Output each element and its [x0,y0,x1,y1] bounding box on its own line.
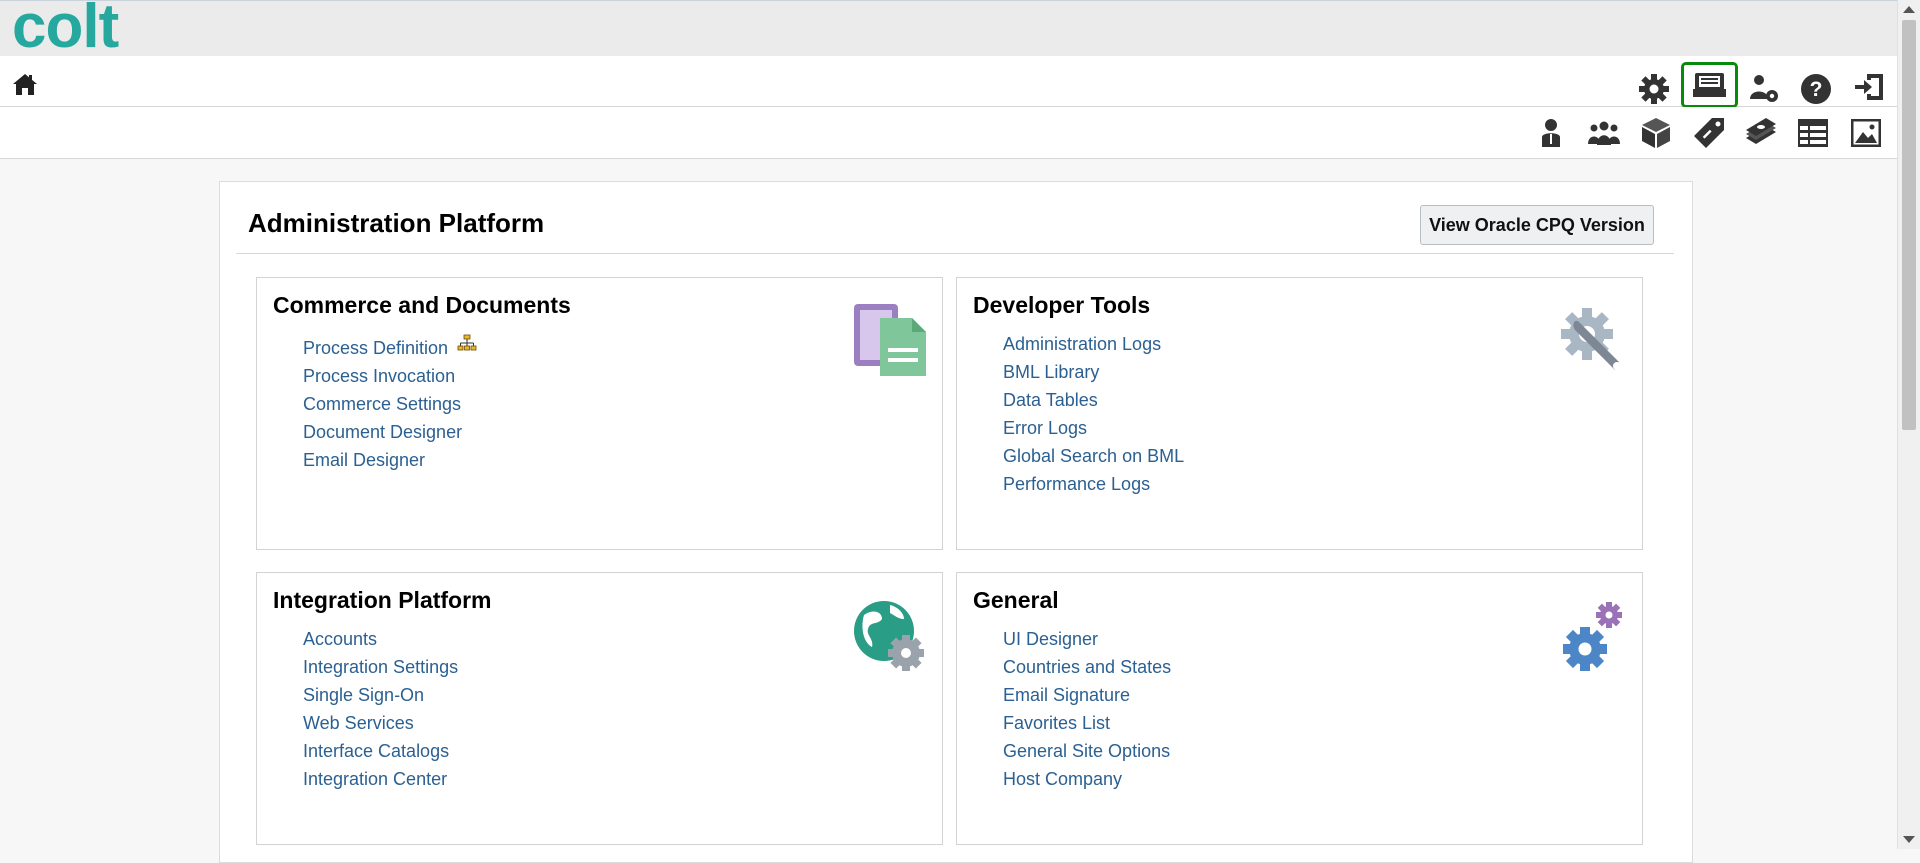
page-title: Administration Platform [248,208,545,238]
list-item: UI Designer [1003,625,1171,653]
card-integration-platform: Integration Platform Accounts Integratio… [256,572,943,845]
link-data-tables[interactable]: Data Tables [1003,390,1098,410]
list-item: Document Designer [303,418,473,446]
link-host-company[interactable]: Host Company [1003,769,1122,789]
wrench-gear-icon [1557,304,1629,376]
link-process-invocation[interactable]: Process Invocation [303,366,455,386]
link-list: Accounts Integration Settings Single Sig… [303,625,458,793]
link-list: UI Designer Countries and States Email S… [1003,625,1171,793]
secondary-toolbar [0,107,1898,159]
list-item: Administration Logs [1003,330,1184,358]
list-item: Email Designer [303,446,473,474]
product-box-icon[interactable] [1639,116,1673,150]
link-performance-logs[interactable]: Performance Logs [1003,474,1150,494]
link-email-designer[interactable]: Email Designer [303,450,425,470]
documents-icon [852,302,928,378]
list-item: Web Services [303,709,458,737]
globe-gear-icon [852,599,928,675]
link-commerce-settings[interactable]: Commerce Settings [303,394,461,414]
list-item: Countries and States [1003,653,1171,681]
svg-text:?: ? [1810,78,1823,101]
list-item: Performance Logs [1003,470,1184,498]
link-list: Administration Logs BML Library Data Tab… [1003,330,1184,498]
link-integration-center[interactable]: Integration Center [303,769,447,789]
view-version-button[interactable]: View Oracle CPQ Version [1420,205,1654,245]
brand-bar: colt [0,0,1898,59]
link-countries-states[interactable]: Countries and States [1003,657,1171,677]
list-item: Process Invocation [303,362,473,390]
user-icon[interactable] [1538,118,1564,148]
title-divider [236,253,1674,254]
link-global-search-bml[interactable]: Global Search on BML [1003,446,1184,466]
link-favorites-list[interactable]: Favorites List [1003,713,1110,733]
link-accounts[interactable]: Accounts [303,629,377,649]
group-icon[interactable] [1588,120,1620,146]
user-settings-icon[interactable] [1748,73,1780,105]
link-interface-catalogs[interactable]: Interface Catalogs [303,741,449,761]
list-item: Process Definition [303,334,477,362]
link-error-logs[interactable]: Error Logs [1003,418,1087,438]
card-title: Commerce and Documents [273,292,571,318]
link-integration-settings[interactable]: Integration Settings [303,657,458,677]
card-title: General [973,587,1059,613]
scroll-up-arrow[interactable] [1903,6,1915,13]
list-item: Host Company [1003,765,1171,793]
list-item: Commerce Settings [303,390,473,418]
help-icon[interactable]: ? [1800,73,1832,105]
admin-panel: Administration Platform View Oracle CPQ … [219,181,1693,863]
link-bml-library[interactable]: BML Library [1003,362,1099,382]
list-item: General Site Options [1003,737,1171,765]
colt-logo[interactable]: colt [12,0,119,59]
list-item: Email Signature [1003,681,1171,709]
nav-bar: ? [0,56,1898,108]
list-item: Accounts [303,625,458,653]
list-item: Global Search on BML [1003,442,1184,470]
list-item: Error Logs [1003,414,1184,442]
vertical-scrollbar[interactable] [1897,0,1920,849]
list-item: BML Library [1003,358,1184,386]
list-item: Single Sign-On [303,681,458,709]
image-icon[interactable] [1850,118,1882,148]
link-email-signature[interactable]: Email Signature [1003,685,1130,705]
list-item: Integration Settings [303,653,458,681]
list-item: Favorites List [1003,709,1171,737]
link-single-sign-on[interactable]: Single Sign-On [303,685,424,705]
link-web-services[interactable]: Web Services [303,713,414,733]
card-commerce-documents: Commerce and Documents Process Definitio… [256,277,943,550]
scroll-down-arrow[interactable] [1903,836,1915,843]
card-general: General UI Designer Countries and States… [956,572,1643,845]
list-item: Interface Catalogs [303,737,458,765]
link-administration-logs[interactable]: Administration Logs [1003,334,1161,354]
price-tag-icon[interactable] [1692,116,1726,150]
link-process-definition[interactable]: Process Definition [303,338,448,358]
card-developer-tools: Developer Tools Administration Logs BML … [956,277,1643,550]
gears-icon [1561,599,1631,675]
table-icon[interactable] [1797,118,1829,148]
card-title: Developer Tools [973,292,1151,318]
scroll-thumb[interactable] [1902,20,1916,430]
gear-icon[interactable] [1638,73,1670,105]
money-stack-icon[interactable] [1744,116,1778,150]
list-item: Integration Center [303,765,458,793]
inbox-icon[interactable] [1681,62,1738,108]
logout-icon[interactable] [1853,71,1885,103]
list-item: Data Tables [1003,386,1184,414]
link-document-designer[interactable]: Document Designer [303,422,462,442]
link-list: Process Definition Process Invocation Co… [303,334,477,474]
org-chart-icon[interactable] [457,334,477,352]
home-icon[interactable] [12,72,38,96]
link-ui-designer[interactable]: UI Designer [1003,629,1098,649]
link-general-site-options[interactable]: General Site Options [1003,741,1170,761]
card-title: Integration Platform [273,587,492,613]
